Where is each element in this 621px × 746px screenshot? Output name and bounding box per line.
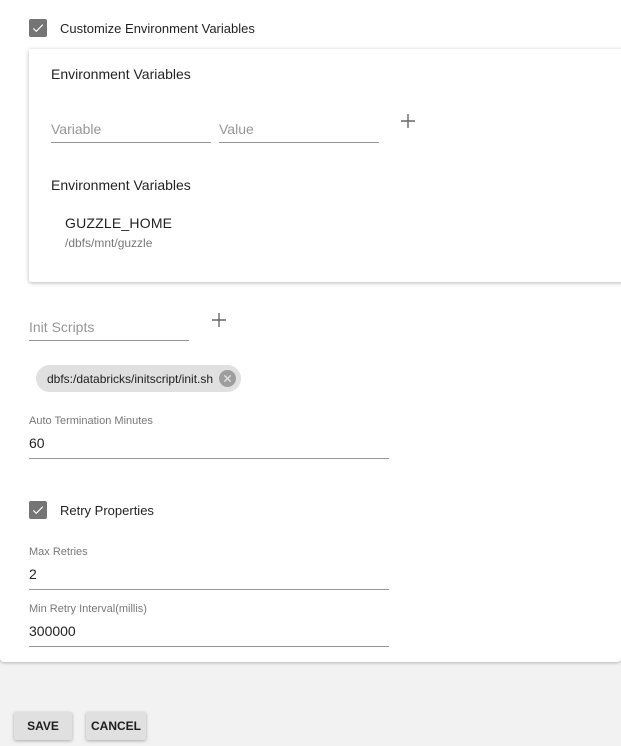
- retry-properties-checkbox[interactable]: [29, 501, 47, 519]
- auto-termination-field[interactable]: [29, 435, 389, 459]
- check-icon: [32, 506, 44, 515]
- variable-field[interactable]: [51, 121, 211, 143]
- init-scripts-field[interactable]: [29, 319, 189, 341]
- min-retry-interval-field[interactable]: [29, 623, 389, 647]
- value-input[interactable]: [219, 121, 379, 143]
- init-scripts-input[interactable]: [29, 319, 189, 341]
- cancel-button[interactable]: CANCEL: [86, 712, 146, 740]
- plus-icon: [212, 313, 226, 327]
- env-variables-card: Environment Variables Environment Variab…: [29, 49, 621, 282]
- min-retry-interval-label: Min Retry Interval(millis): [29, 603, 147, 615]
- env-variables-title: Environment Variables: [51, 66, 191, 82]
- retry-properties-label: Retry Properties: [60, 502, 154, 518]
- customize-env-checkbox-row[interactable]: Customize Environment Variables: [29, 19, 255, 37]
- plus-icon: [401, 114, 415, 128]
- auto-termination-label: Auto Termination Minutes: [29, 415, 153, 427]
- max-retries-input[interactable]: [29, 566, 389, 590]
- retry-properties-checkbox-row[interactable]: Retry Properties: [29, 501, 154, 519]
- check-icon: [32, 24, 44, 33]
- max-retries-field[interactable]: [29, 566, 389, 590]
- add-init-script-button[interactable]: [209, 310, 229, 330]
- cancel-circle-icon[interactable]: [219, 370, 237, 387]
- auto-termination-input[interactable]: [29, 435, 389, 459]
- init-script-chip-label: dbfs:/databricks/initscript/init.sh: [47, 371, 214, 386]
- add-env-variable-button[interactable]: [398, 111, 418, 131]
- cluster-settings-card: Customize Environment Variables Environm…: [0, 0, 621, 662]
- env-variable-value: /dbfs/mnt/guzzle: [65, 236, 153, 250]
- env-variable-name: GUZZLE_HOME: [65, 215, 173, 231]
- value-field[interactable]: [219, 121, 379, 143]
- init-script-chip: dbfs:/databricks/initscript/init.sh: [36, 365, 242, 392]
- save-button[interactable]: SAVE: [14, 712, 72, 740]
- customize-env-label: Customize Environment Variables: [60, 20, 255, 36]
- customize-env-checkbox[interactable]: [29, 19, 47, 37]
- variable-input[interactable]: [51, 121, 211, 143]
- env-variables-list-title: Environment Variables: [51, 177, 191, 193]
- min-retry-interval-input[interactable]: [29, 623, 389, 647]
- max-retries-label: Max Retries: [29, 546, 88, 558]
